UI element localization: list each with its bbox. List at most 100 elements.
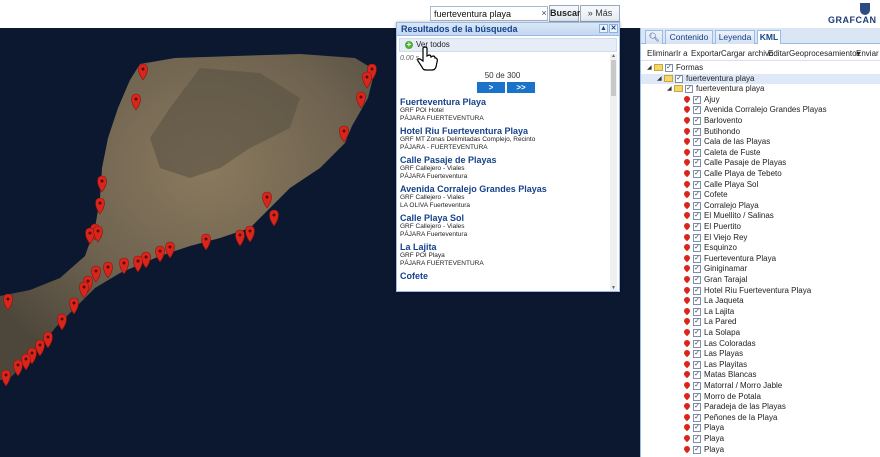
map-marker-icon[interactable] — [21, 353, 31, 371]
layer-checkbox[interactable]: ✓ — [693, 265, 701, 274]
tree-node-place[interactable]: ✓ El Puertito — [641, 221, 880, 233]
load-file-button[interactable]: Cargar archivo — [721, 49, 773, 58]
tree-node-formas[interactable]: ◢ ✓ Formas — [641, 63, 880, 74]
geoprocessing-menu[interactable]: Geoprocesamiento▾ — [789, 49, 861, 58]
layer-checkbox[interactable]: ✓ — [693, 148, 701, 157]
tab-search[interactable]: 🔍︎ — [645, 30, 663, 44]
layer-checkbox[interactable]: ✓ — [693, 413, 701, 422]
layer-checkbox[interactable]: ✓ — [693, 223, 701, 231]
tree-node-place[interactable]: ✓ Calle Playa Sol — [641, 179, 880, 191]
tree-node-place[interactable]: ✓ La Solapa — [641, 327, 880, 339]
tree-node-place[interactable]: ✓ El Viejo Rey — [641, 232, 880, 244]
layer-checkbox[interactable]: ✓ — [685, 85, 693, 94]
layer-label[interactable]: Cala de las Playas — [704, 137, 770, 147]
tab-contenido[interactable]: Contenido — [665, 30, 713, 44]
layer-label[interactable]: Las Playitas — [704, 360, 747, 370]
scroll-thumb[interactable] — [611, 60, 616, 96]
layer-label[interactable]: Matas Blancas — [704, 370, 756, 380]
tree-node-place[interactable]: ✓ Peñones de la Playa — [641, 412, 880, 424]
search-input[interactable] — [430, 6, 548, 21]
tree-node-place[interactable]: ✓ Caleta de Fuste — [641, 147, 880, 159]
layer-label[interactable]: Esquinzo — [704, 243, 737, 253]
layer-label[interactable]: fuerteventura playa — [696, 84, 765, 94]
tree-node-place[interactable]: ✓ Matas Blancas — [641, 370, 880, 381]
result-title[interactable]: La Lajita — [400, 242, 605, 252]
results-scrollbar[interactable]: ▲ ▼ — [610, 54, 617, 291]
tree-node-place[interactable]: ✓ Esquinzo — [641, 242, 880, 254]
tree-node-place[interactable]: ✓ La Pared — [641, 317, 880, 328]
result-title[interactable]: Hotel Riu Fuerteventura Playa — [400, 126, 605, 136]
tree-node-place[interactable]: ✓ El Muellito / Salinas — [641, 211, 880, 222]
layer-checkbox[interactable]: ✓ — [693, 212, 701, 221]
goto-button[interactable]: Ir a — [676, 49, 688, 58]
layer-checkbox[interactable]: ✓ — [693, 329, 701, 337]
tree-node-subfolder[interactable]: ◢ ✓ fuerteventura playa — [641, 84, 880, 95]
map-marker-icon[interactable] — [141, 251, 151, 269]
result-title[interactable]: Calle Playa Sol — [400, 213, 605, 223]
layer-checkbox[interactable]: ✓ — [693, 138, 701, 147]
layer-checkbox[interactable]: ✓ — [693, 339, 701, 348]
layer-checkbox[interactable]: ✓ — [693, 244, 701, 253]
scroll-up-icon[interactable]: ▲ — [610, 54, 617, 59]
tab-kml[interactable]: KML — [757, 30, 781, 44]
layer-label[interactable]: Fuerteventura Playa — [704, 254, 776, 264]
layer-label[interactable]: La Jaqueta — [704, 296, 744, 306]
layer-checkbox[interactable]: ✓ — [693, 117, 701, 125]
layer-checkbox[interactable]: ✓ — [693, 435, 701, 443]
layer-label[interactable]: Calle Pasaje de Playas — [704, 158, 786, 168]
tree-node-place[interactable]: ✓ Calle Playa de Tebeto — [641, 168, 880, 180]
layer-label[interactable]: Playa — [704, 445, 724, 455]
search-button[interactable]: Buscar — [549, 5, 581, 22]
tree-node-place[interactable]: ✓ Fuerteventura Playa — [641, 253, 880, 265]
map-marker-icon[interactable] — [1, 369, 11, 387]
layer-checkbox[interactable]: ✓ — [693, 392, 701, 401]
send-button[interactable]: Enviar — [856, 49, 879, 58]
result-item[interactable]: Avenida Corralejo Grandes Playas GRF Call… — [400, 184, 605, 210]
layer-label[interactable]: Paradeja de las Playas — [704, 402, 786, 412]
layer-checkbox[interactable]: ✓ — [693, 286, 701, 295]
layer-label[interactable]: fuerteventura playa — [686, 74, 755, 84]
layer-checkbox[interactable]: ✓ — [693, 445, 701, 454]
tree-node-place[interactable]: ✓ Paradeja de las Playas — [641, 401, 880, 413]
layer-checkbox[interactable]: ✓ — [693, 191, 701, 200]
tree-node-place[interactable]: ✓ Playa — [641, 423, 880, 434]
map-marker-icon[interactable] — [43, 331, 53, 349]
layer-checkbox[interactable]: ✓ — [693, 254, 701, 263]
result-title[interactable]: Calle Pasaje de Playas — [400, 155, 605, 165]
result-item[interactable]: Fuerteventura Playa GRF POI Hotel PÁJARA F… — [400, 97, 605, 123]
tree-node-place[interactable]: ✓ Gran Tarajal — [641, 274, 880, 286]
tree-node-place[interactable]: ✓ Barlovento — [641, 115, 880, 127]
tree-node-place[interactable]: ✓ Hotel Riu Fuerteventura Playa — [641, 285, 880, 297]
layer-label[interactable]: Calle Playa de Tebeto — [704, 169, 782, 179]
expand-arrow-icon[interactable]: ◢ — [657, 75, 662, 82]
map-marker-icon[interactable] — [165, 241, 175, 259]
layer-label[interactable]: Morro de Potala — [704, 392, 761, 402]
layer-label[interactable]: Matorral / Morro Jable — [704, 381, 782, 391]
layer-checkbox[interactable]: ✓ — [665, 64, 673, 72]
layer-label[interactable]: La Lajita — [704, 307, 734, 317]
result-item[interactable]: La Lajita GRF POI Playa PÁJARA FUERTEVENTU… — [400, 242, 605, 268]
map-marker-icon[interactable] — [155, 245, 165, 263]
expand-arrow-icon[interactable]: ◢ — [647, 64, 652, 71]
tab-leyenda[interactable]: Leyenda — [715, 30, 755, 44]
tree-node-place[interactable]: ✓ La Lajita — [641, 306, 880, 318]
map-marker-icon[interactable] — [133, 255, 143, 273]
map-marker-icon[interactable] — [13, 359, 23, 377]
layer-label[interactable]: El Viejo Rey — [704, 233, 747, 243]
layer-checkbox[interactable]: ✓ — [693, 180, 701, 189]
map-marker-icon[interactable] — [35, 339, 45, 357]
layer-label[interactable]: Calle Playa Sol — [704, 180, 758, 190]
tree-node-place[interactable]: ✓ Las Playas — [641, 348, 880, 360]
layer-label[interactable]: Butihondo — [704, 127, 740, 137]
layer-label[interactable]: Caleta de Fuste — [704, 148, 760, 158]
layer-label[interactable]: Las Playas — [704, 349, 743, 359]
layer-label[interactable]: El Puertito — [704, 222, 741, 232]
result-title[interactable]: Avenida Corralejo Grandes Playas — [400, 184, 605, 194]
layer-label[interactable]: Las Coloradas — [704, 339, 756, 349]
next-page-button[interactable]: > — [477, 82, 505, 93]
tree-node-place[interactable]: ✓ Playa — [641, 444, 880, 456]
more-button[interactable]: » Más — [580, 5, 620, 22]
delete-button[interactable]: Eliminar — [647, 49, 676, 58]
layer-checkbox[interactable]: ✓ — [693, 360, 701, 369]
layer-label[interactable]: Gran Tarajal — [704, 275, 747, 285]
